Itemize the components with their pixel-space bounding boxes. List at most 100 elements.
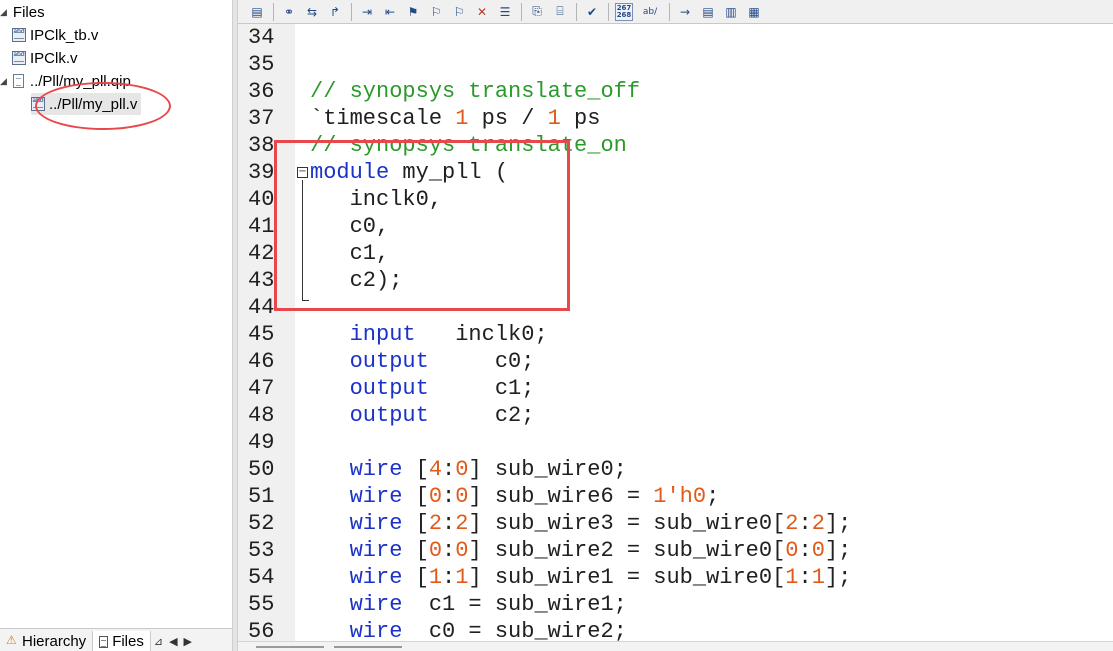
code-token: wire — [349, 565, 403, 590]
code-line[interactable]: wire [0:0] sub_wire6 = 1'h0; — [310, 483, 720, 510]
line-number: 34 — [248, 25, 275, 50]
code-token: wire — [349, 511, 403, 536]
code-token: 1 — [547, 106, 561, 131]
toolbar-separator — [669, 2, 670, 21]
ab-icon[interactable]: ab/ — [638, 3, 662, 21]
line-number: 45 — [248, 322, 275, 347]
code-line[interactable]: `timescale 1 ps / 1 ps — [310, 105, 600, 132]
bookmark-icon[interactable]: ⚑ — [404, 3, 422, 21]
goto-icon[interactable]: ↱ — [326, 3, 344, 21]
tree-item-ipclk[interactable]: abd IPClk.v — [12, 47, 78, 69]
code-line[interactable]: // synopsys translate_off — [310, 78, 640, 105]
scroll-left-icon[interactable]: ◀ — [166, 631, 180, 651]
code-token: output — [349, 376, 429, 401]
tab-files[interactable]: Files — [92, 631, 151, 651]
line-number: 50 — [248, 457, 275, 482]
scrollbar-thumb[interactable] — [334, 646, 402, 648]
bookmark-list-icon[interactable]: ☰ — [496, 3, 514, 21]
qip-file-icon — [12, 74, 24, 88]
tab-pin-icon[interactable]: ⊿ — [151, 631, 166, 651]
line-number: 37 — [248, 106, 275, 131]
code-token: wire — [349, 592, 403, 617]
scroll-right-icon[interactable]: ▶ — [181, 631, 195, 651]
text-wrap-icon[interactable]: ▤ — [699, 3, 717, 21]
code-token: 2 — [455, 511, 469, 536]
line-number: 51 — [248, 484, 275, 509]
code-token: ] sub_wire2 = sub_wire0[ — [468, 538, 786, 563]
code-token: 0 — [455, 457, 469, 482]
line-number: 46 — [248, 349, 275, 374]
toolbar-separator — [351, 2, 352, 21]
scrollbar-thumb[interactable] — [256, 646, 324, 648]
code-token: c1; — [428, 376, 535, 401]
arrow-right-icon[interactable]: → — [676, 3, 694, 21]
tab-label: Hierarchy — [22, 633, 87, 650]
code-token: c1 = sub_wire1; — [402, 592, 627, 617]
unindent-icon[interactable]: ⇤ — [381, 3, 399, 21]
code-line[interactable]: wire c1 = sub_wire1; — [310, 591, 627, 618]
code-token: [ — [402, 457, 429, 482]
code-line[interactable]: output c1; — [310, 375, 535, 402]
collapse-icon[interactable]: ◢ — [0, 7, 7, 18]
tree-item-label: IPClk_tb.v — [30, 26, 99, 44]
code-line[interactable]: input inclk0; — [310, 321, 548, 348]
text-list-icon[interactable]: ▥ — [722, 3, 740, 21]
line-number: 36 — [248, 79, 275, 104]
code-token: 1 — [455, 565, 469, 590]
text-block-icon[interactable]: ▦ — [745, 3, 763, 21]
document-icon[interactable]: ▤ — [248, 3, 266, 21]
paperclip-icon[interactable]: ⎘ — [528, 3, 546, 21]
line-number-icon[interactable]: 267 268 — [615, 2, 633, 21]
bookmark-clear-icon[interactable]: ✕ — [473, 3, 491, 21]
code-line[interactable]: output c2; — [310, 402, 535, 429]
collapse-icon[interactable]: ◢ — [0, 76, 7, 87]
code-token: [ — [402, 565, 429, 590]
indent-icon[interactable]: ⇥ — [358, 3, 376, 21]
annotation-rectangle — [274, 140, 570, 311]
check-icon[interactable]: ✔ — [583, 3, 601, 21]
code-token: wire — [349, 457, 403, 482]
code-line[interactable]: wire [0:0] sub_wire2 = sub_wire0[0:0]; — [310, 537, 852, 564]
project-navigator: ◢ Files abd IPClk_tb.v abd IPClk.v ◢ ../… — [0, 0, 232, 651]
code-token: : — [798, 565, 812, 590]
bookmark-prev-icon[interactable]: ⚐ — [450, 3, 468, 21]
binoculars-icon[interactable]: ⚭ — [280, 3, 298, 21]
code-token: `timescale — [310, 106, 456, 131]
code-line[interactable]: wire [2:2] sub_wire3 = sub_wire0[2:2]; — [310, 510, 852, 537]
line-number: 47 — [248, 376, 275, 401]
code-token: : — [442, 484, 456, 509]
code-token: ]; — [824, 511, 852, 536]
verilog-file-icon: abd — [12, 28, 26, 42]
horizontal-scrollbar[interactable] — [238, 641, 1113, 651]
code-token: 1 — [811, 565, 825, 590]
tree-root-files[interactable]: ◢ Files — [0, 1, 45, 23]
code-token: 0 — [428, 538, 443, 563]
code-line[interactable]: output c0; — [310, 348, 535, 375]
code-line[interactable]: wire [1:1] sub_wire1 = sub_wire0[1:1]; — [310, 564, 852, 591]
line-number: 52 — [248, 511, 275, 536]
scroll-icon[interactable]: ⌸ — [551, 3, 569, 21]
code-token: [ — [402, 511, 429, 536]
editor-toolbar: ▤ ⚭ ⇆ ↱ ⇥ ⇤ ⚑ ⚐ ⚐ ✕ ☰ ⎘ ⌸ ✔ 267 268 ab/ … — [238, 0, 1113, 24]
code-token: 0 — [811, 538, 825, 563]
code-token: [ — [402, 538, 429, 563]
code-token: 0 — [785, 538, 799, 563]
code-token: wire — [349, 538, 403, 563]
code-token: [ — [402, 484, 429, 509]
navigator-tabs: Hierarchy Files ⊿ ◀ ▶ — [0, 628, 232, 651]
code-token: ]; — [824, 538, 852, 563]
bookmark-next-icon[interactable]: ⚐ — [427, 3, 445, 21]
code-token: 0 — [428, 484, 443, 509]
tab-hierarchy[interactable]: Hierarchy — [0, 631, 92, 651]
toolbar-separator — [576, 2, 577, 21]
line-number: 54 — [248, 565, 275, 590]
verilog-file-icon: abd — [12, 51, 26, 65]
tree-item-ipclk-tb[interactable]: abd IPClk_tb.v — [12, 24, 98, 46]
replace-icon[interactable]: ⇆ — [303, 3, 321, 21]
code-line[interactable]: wire [4:0] sub_wire0; — [310, 456, 627, 483]
code-token: inclk0; — [415, 322, 548, 347]
